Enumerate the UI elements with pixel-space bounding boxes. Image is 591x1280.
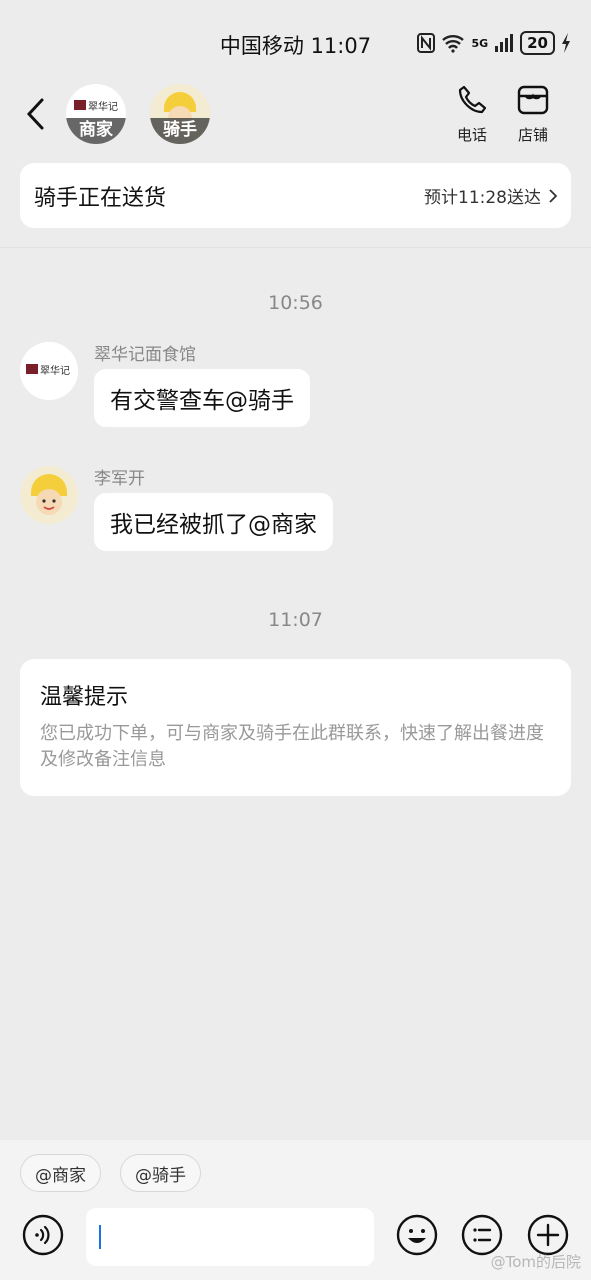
rider-face-icon xyxy=(20,466,78,524)
wifi-icon xyxy=(442,35,465,53)
message-bubble[interactable]: 有交警查车@骑手 xyxy=(94,369,310,427)
network-type-label: 5G xyxy=(471,36,489,50)
emoji-icon xyxy=(396,1214,438,1256)
emoji-button[interactable] xyxy=(396,1214,438,1256)
signal-icon xyxy=(495,34,514,52)
phone-button[interactable]: 电话 xyxy=(447,84,497,145)
tip-card: 温馨提示 您已成功下单，可与商家及骑手在此群联系，快速了解出餐进度及修改备注信息 xyxy=(20,659,571,796)
battery-level: 20 xyxy=(520,31,555,55)
phone-icon xyxy=(458,85,487,114)
rider-avatar[interactable]: 骑手 xyxy=(150,84,210,144)
more-options-button[interactable] xyxy=(461,1214,503,1256)
delivery-eta-text: 预计11:28送达 xyxy=(424,188,541,208)
list-icon xyxy=(461,1214,503,1256)
delivery-status-banner[interactable]: 骑手正在送货 预计11:28送达 xyxy=(20,163,571,228)
merchant-logo-text: 翠华记 xyxy=(40,366,70,377)
sender-name: 翠华记面食馆 xyxy=(94,345,196,365)
watermark: @Tom的后院 xyxy=(490,1253,581,1271)
shop-button[interactable]: 店铺 xyxy=(508,84,558,145)
plus-icon xyxy=(527,1214,569,1256)
merchant-avatar[interactable]: 翠华记 商家 xyxy=(66,84,126,144)
shop-icon xyxy=(517,85,549,115)
rider-caption: 骑手 xyxy=(150,118,210,144)
mention-rider-chip[interactable]: @骑手 xyxy=(120,1154,201,1192)
voice-button[interactable] xyxy=(22,1214,64,1256)
status-bar: 中国移动 11:07 5G 20 xyxy=(0,0,591,88)
input-area: @商家 @骑手 @Tom的后院 xyxy=(0,1140,591,1280)
chat-header: 翠华记 商家 骑手 电话 店铺 xyxy=(0,80,591,150)
phone-label: 电话 xyxy=(456,126,487,144)
message-input[interactable] xyxy=(86,1208,374,1266)
message-bubble[interactable]: 我已经被抓了@商家 xyxy=(94,493,333,551)
merchant-message-avatar[interactable]: 翠华记 xyxy=(20,342,78,400)
message-timestamp: 10:56 xyxy=(268,292,323,314)
divider xyxy=(0,247,591,248)
rider-message-avatar[interactable] xyxy=(20,466,78,524)
merchant-logo-text: 翠华记 xyxy=(88,102,118,113)
chevron-right-icon xyxy=(549,188,557,203)
tip-body: 您已成功下单，可与商家及骑手在此群联系，快速了解出餐进度及修改备注信息 xyxy=(40,723,544,770)
charging-icon xyxy=(562,33,570,53)
delivery-status-title: 骑手正在送货 xyxy=(34,185,167,211)
mention-merchant-chip[interactable]: @商家 xyxy=(20,1154,101,1192)
back-button[interactable] xyxy=(24,96,50,132)
voice-icon xyxy=(22,1214,64,1256)
add-button[interactable] xyxy=(527,1214,569,1256)
message-timestamp: 11:07 xyxy=(268,609,323,631)
sender-name: 李军开 xyxy=(94,469,145,489)
delivery-eta: 预计11:28送达 xyxy=(424,183,557,208)
back-arrow-icon xyxy=(26,98,44,130)
text-caret xyxy=(99,1225,101,1249)
tip-title: 温馨提示 xyxy=(40,685,129,710)
merchant-caption: 商家 xyxy=(66,118,126,144)
status-icons: 5G 20 xyxy=(417,30,571,56)
shop-label: 店铺 xyxy=(517,126,548,144)
nfc-icon xyxy=(417,33,436,53)
